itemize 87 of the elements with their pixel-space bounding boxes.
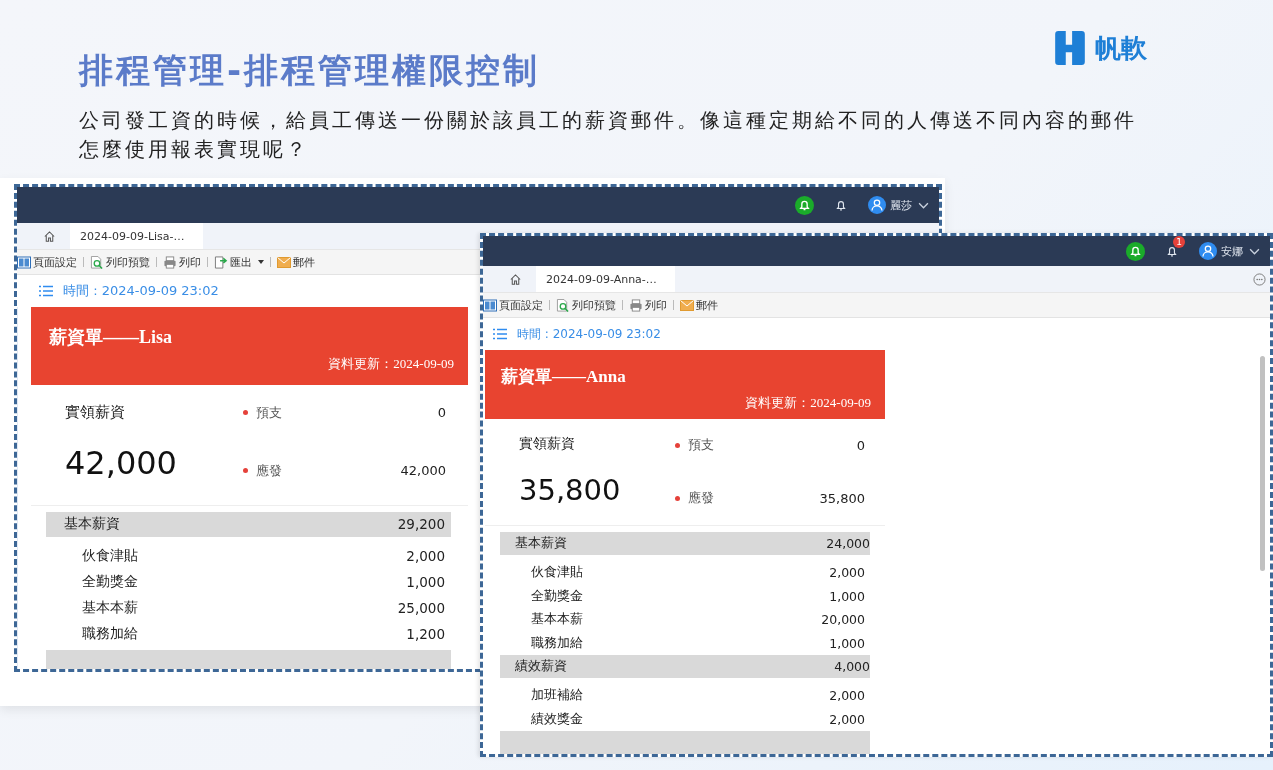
scrollbar-thumb[interactable] bbox=[1260, 356, 1265, 571]
item-value: 1,000 bbox=[829, 588, 865, 604]
item-label: 全勤獎金 bbox=[531, 587, 583, 605]
summary-value: 42,000 bbox=[400, 463, 446, 479]
chevron-down-icon[interactable] bbox=[1249, 247, 1260, 255]
update-date: 資料更新：2024-09-09 bbox=[745, 394, 871, 412]
home-icon[interactable] bbox=[509, 272, 522, 286]
net-pay-amount: 35,800 bbox=[519, 473, 622, 508]
bell-icon[interactable] bbox=[834, 198, 848, 212]
net-pay-label: 實領薪資 bbox=[519, 435, 576, 454]
item-label: 全勤獎金 bbox=[82, 572, 138, 591]
item-label: 職務加給 bbox=[82, 625, 138, 644]
item-label: 績效獎金 bbox=[531, 710, 583, 728]
document-tab[interactable]: 2024-09-09-Lisa-… bbox=[70, 223, 203, 249]
logo-icon bbox=[1053, 30, 1087, 66]
toolbar-button[interactable]: 郵件 bbox=[680, 297, 718, 313]
item-value: 2,000 bbox=[829, 711, 865, 727]
item-value: 2,000 bbox=[829, 564, 865, 580]
summary-label: 應發 bbox=[256, 461, 283, 480]
net-pay-amount: 42,000 bbox=[65, 443, 178, 482]
item-label: 伙食津貼 bbox=[82, 546, 138, 565]
bullet-dot bbox=[243, 410, 248, 416]
time-label: 時間 : 2024-09-09 23:02 bbox=[63, 282, 219, 300]
item-value: 20,000 bbox=[821, 612, 865, 628]
payslip-title: 薪資單——Lisa bbox=[49, 326, 173, 349]
bell-icon[interactable] bbox=[795, 195, 814, 215]
section-value: 29,200 bbox=[397, 516, 445, 533]
user-name[interactable]: 麗莎 bbox=[890, 197, 912, 213]
summary-label: 預支 bbox=[256, 403, 283, 422]
printer-icon bbox=[163, 255, 177, 269]
item-value: 2,000 bbox=[406, 547, 445, 564]
user-avatar-icon[interactable] bbox=[1199, 242, 1217, 260]
toolbar-button[interactable]: 頁面設定 bbox=[17, 254, 77, 270]
printer-icon bbox=[629, 298, 643, 312]
item-label: 職務加給 bbox=[531, 634, 583, 652]
net-pay-label: 實領薪資 bbox=[65, 402, 126, 422]
magnifier-page-icon bbox=[556, 298, 570, 312]
toolbar-button[interactable]: 列印預覽 bbox=[556, 297, 616, 313]
item-value: 25,000 bbox=[397, 600, 445, 617]
summary-value: 0 bbox=[437, 405, 446, 421]
chevron-down-icon[interactable] bbox=[918, 201, 929, 209]
toolbar-button[interactable]: 頁面設定 bbox=[483, 297, 543, 313]
home-icon[interactable] bbox=[43, 229, 56, 243]
document-tab[interactable]: 2024-09-09-Anna-… bbox=[536, 266, 675, 292]
magnifier-page-icon bbox=[90, 255, 104, 269]
caret-icon bbox=[258, 260, 264, 264]
section-value: 24,000 bbox=[826, 535, 870, 551]
section-label: 基本薪資 bbox=[515, 534, 567, 552]
section-value: 4,000 bbox=[834, 659, 870, 675]
section-label: 基本薪資 bbox=[64, 515, 120, 534]
time-label: 時間 : 2024-09-09 23:02 bbox=[517, 325, 661, 343]
logo-text: 帆軟 bbox=[1095, 31, 1147, 65]
user-avatar-icon[interactable] bbox=[868, 196, 886, 214]
section-label: 績效薪資 bbox=[515, 658, 567, 676]
toolbar-button[interactable]: 列印 bbox=[629, 297, 667, 313]
item-label: 伙食津貼 bbox=[531, 563, 583, 581]
item-value: 2,000 bbox=[829, 688, 865, 704]
bullet-dot bbox=[675, 495, 680, 501]
export-icon bbox=[214, 255, 228, 269]
payslip-title: 薪資單——Anna bbox=[501, 366, 627, 388]
slide-title: 排程管理-排程管理權限控制 bbox=[79, 49, 541, 92]
envelope-icon bbox=[680, 298, 694, 312]
summary-value: 0 bbox=[856, 437, 865, 453]
notification-badge: 1 bbox=[1173, 236, 1185, 248]
item-label: 基本本薪 bbox=[82, 599, 138, 618]
bullet-dot bbox=[675, 442, 680, 448]
update-date: 資料更新：2024-09-09 bbox=[328, 355, 454, 373]
summary-value: 35,800 bbox=[819, 490, 865, 506]
bell-icon[interactable] bbox=[1126, 241, 1145, 261]
summary-label: 應發 bbox=[688, 489, 715, 508]
list-icon[interactable] bbox=[39, 285, 53, 297]
item-value: 1,000 bbox=[829, 635, 865, 651]
item-value: 1,200 bbox=[406, 626, 445, 643]
item-label: 加班補給 bbox=[531, 687, 583, 705]
toolbar-button[interactable]: 匯出 bbox=[214, 254, 264, 270]
envelope-icon bbox=[277, 255, 291, 269]
summary-label: 預支 bbox=[688, 436, 715, 455]
toolbar-button[interactable]: 郵件 bbox=[277, 254, 315, 270]
list-icon[interactable] bbox=[493, 328, 507, 340]
bullet-dot bbox=[243, 468, 248, 474]
item-value: 1,000 bbox=[406, 573, 445, 590]
toolbar-button[interactable]: 列印預覽 bbox=[90, 254, 150, 270]
description-paragraph: 公司發工資的時候，給員工傳送一份關於該員工的薪資郵件。像這種定期給不同的人傳送不同內容的郵件怎麼使用報表實現呢？ bbox=[79, 108, 1138, 163]
user-name[interactable]: 安娜 bbox=[1221, 243, 1243, 259]
item-label: 基本本薪 bbox=[531, 611, 583, 629]
toolbar-button[interactable]: 列印 bbox=[163, 254, 201, 270]
bell-icon[interactable] bbox=[1165, 244, 1179, 258]
